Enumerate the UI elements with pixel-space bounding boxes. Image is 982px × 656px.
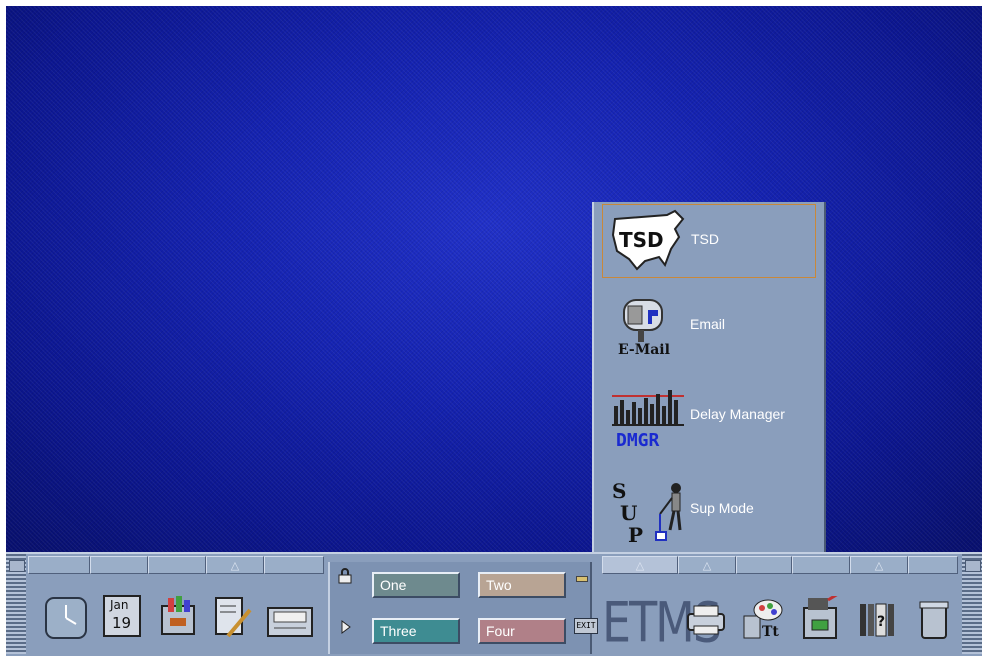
tsd-icon-text: TSD	[619, 228, 664, 252]
printer-icon[interactable]	[684, 602, 728, 646]
subpanel-arrow-button[interactable]: △	[678, 556, 736, 574]
svg-text:Tt: Tt	[762, 624, 779, 640]
calendar-day: 19	[112, 614, 132, 632]
text-editor-icon[interactable]	[212, 596, 256, 640]
person-sup-icon: S U P	[612, 479, 682, 542]
subpanel-arrow-button[interactable]	[28, 556, 90, 574]
calendar-month: Jan	[110, 598, 129, 612]
subpanel-arrow-button[interactable]	[90, 556, 148, 574]
subpanel-item-sup-mode[interactable]: S U P Sup Mode	[602, 474, 814, 546]
subpanel-item-label: Sup Mode	[690, 500, 754, 516]
subpanel-item-delay-manager[interactable]: DMGR Delay Manager	[602, 380, 814, 452]
right-subpanel-arrows: △ △ △	[602, 556, 958, 574]
panel-left-handle[interactable]	[6, 554, 26, 654]
subpanel-arrow-button[interactable]: △	[850, 556, 908, 574]
mailbox-icon: E-Mail	[618, 299, 670, 358]
up-arrow-icon: △	[702, 558, 712, 572]
busy-light-icon	[576, 576, 588, 582]
subpanel-arrow-button[interactable]: △	[206, 556, 264, 574]
mail-icon[interactable]	[266, 600, 313, 644]
subpanel-item-tsd[interactable]: TSD TSD	[602, 204, 816, 278]
usa-map-tsd-icon: TSD	[611, 209, 685, 271]
exit-button[interactable]: EXIT	[574, 618, 598, 634]
svg-text:P: P	[628, 523, 643, 542]
up-arrow-icon: △	[874, 558, 884, 572]
subpanel-arrow-button[interactable]	[148, 556, 206, 574]
menu-button[interactable]	[965, 560, 981, 572]
file-manager-icon[interactable]	[156, 592, 200, 636]
workspace-switch: One Two Three Four	[328, 562, 592, 654]
exit-arrow-icon[interactable]	[340, 620, 352, 634]
workspace-one-button[interactable]: One	[372, 572, 460, 598]
panel-right-handle[interactable]	[962, 554, 982, 654]
workspace-four-button[interactable]: Four	[478, 618, 566, 644]
lock-icon[interactable]	[338, 568, 352, 584]
left-subpanel-arrows: △	[28, 556, 324, 574]
subpanel-arrow-button[interactable]	[792, 556, 850, 574]
workspace-two-button[interactable]: Two	[478, 572, 566, 598]
subpanel-menu: TSD TSD E-Mail Email DMGR Delay Manager …	[592, 202, 826, 554]
subpanel-item-label: Email	[690, 316, 726, 332]
subpanel-item-label: TSD	[691, 231, 719, 247]
application-manager-icon[interactable]	[798, 592, 842, 640]
clock-icon[interactable]	[44, 596, 88, 640]
subpanel-arrow-button[interactable]	[736, 556, 792, 574]
minimize-button[interactable]	[9, 560, 25, 572]
style-manager-icon[interactable]: Tt	[740, 596, 784, 640]
subpanel-arrow-button[interactable]	[908, 556, 958, 574]
subpanel-item-email[interactable]: E-Mail Email	[602, 290, 814, 362]
trash-can-icon[interactable]	[914, 598, 958, 642]
front-panel: △ △ △ △ Jan 19 One Two Three Four EXIT E	[6, 552, 982, 656]
svg-text:?: ?	[877, 614, 885, 630]
subpanel-arrow-button[interactable]	[264, 556, 324, 574]
bar-chart-dmgr-icon: DMGR	[612, 390, 684, 448]
desktop-background[interactable]	[6, 6, 982, 552]
subpanel-item-label: Delay Manager	[690, 406, 785, 422]
workspace-three-button[interactable]: Three	[372, 618, 460, 644]
subpanel-arrow-button-open[interactable]: △	[602, 556, 678, 574]
up-arrow-icon: △	[635, 558, 645, 572]
up-arrow-icon: △	[230, 558, 240, 572]
calendar-icon[interactable]: Jan 19	[100, 592, 144, 637]
help-manager-icon[interactable]: ?	[856, 598, 900, 642]
svg-text:S: S	[612, 479, 626, 503]
email-icon-text: E-Mail	[618, 342, 670, 358]
dmgr-icon-text: DMGR	[616, 430, 660, 448]
svg-text:U: U	[620, 501, 637, 525]
